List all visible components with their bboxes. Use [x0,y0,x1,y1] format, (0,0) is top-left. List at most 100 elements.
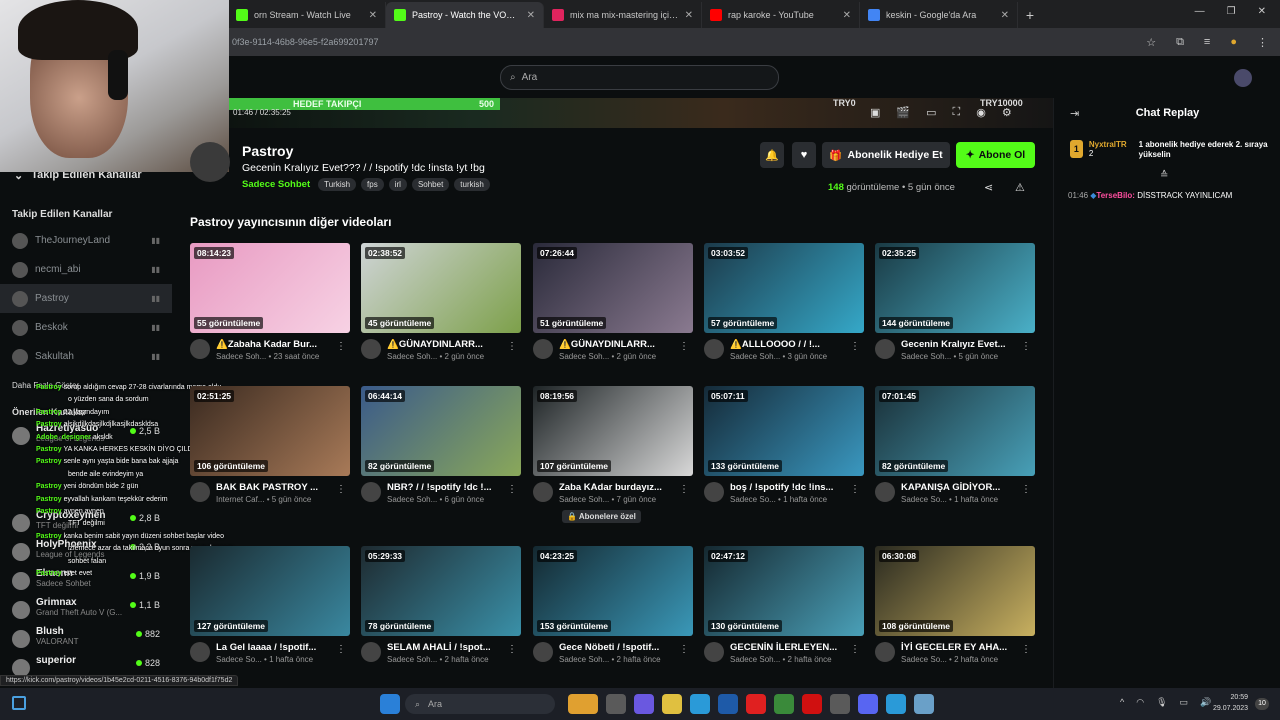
more-options-icon[interactable]: ⋮ [1021,484,1031,495]
tab-close-icon[interactable]: ✕ [369,10,377,21]
menu-dots-icon[interactable]: ⋮ [1257,36,1268,49]
store-icon[interactable] [718,694,738,714]
clock[interactable]: 20:59 29.07.2023 [1213,692,1248,714]
tiger-widget-icon[interactable] [568,694,598,714]
tag-chip[interactable]: irl [388,178,407,191]
notify-button[interactable]: 🔔 [760,142,784,168]
video-title[interactable]: KAPANIŞA GİDİYOR... [901,482,1019,493]
notification-count[interactable]: 10 [1255,698,1269,710]
video-card[interactable]: 05:07:11 133 görüntüleme boş / !spotify … [704,386,864,504]
video-thumbnail[interactable]: 05:07:11 133 görüntüleme [704,386,864,476]
video-title[interactable]: ⚠️GÜNAYDINLARR... [559,339,677,350]
channel-avatar[interactable] [190,482,210,502]
video-title[interactable]: SELAM AHALİ / !spot... [387,642,505,653]
channel-avatar[interactable] [190,642,210,662]
video-card[interactable]: 07:01:45 82 görüntüleme KAPANIŞA GİDİYOR… [875,386,1035,504]
more-options-icon[interactable]: ⋮ [507,484,517,495]
video-title[interactable]: Gece Nöbeti / !spotif... [559,642,677,653]
tag-chip[interactable]: fps [361,178,384,191]
more-options-icon[interactable]: ⋮ [1021,341,1031,352]
video-thumbnail[interactable]: 05:29:33 78 görüntüleme [361,546,521,636]
report-icon[interactable]: ⚠ [1015,181,1025,194]
discord-icon[interactable] [858,694,878,714]
sidebar-followed-channel[interactable]: Beskok ▮▮ [0,313,172,342]
tab-close-icon[interactable]: ✕ [1001,10,1009,21]
video-thumbnail[interactable]: 02:35:25 144 görüntüleme [875,243,1035,333]
new-tab-button[interactable]: + [1018,2,1042,28]
tag-chip[interactable]: Sohbet [411,178,450,191]
video-card[interactable]: 03:03:52 57 görüntüleme ⚠️ALLLOOOO / / !… [704,243,864,361]
video-card[interactable]: 05:29:33 78 görüntüleme SELAM AHALİ / !s… [361,546,521,664]
tab-close-icon[interactable]: ✕ [527,10,535,21]
channel-avatar[interactable] [875,482,895,502]
speed-icon[interactable]: ◉ [976,106,986,119]
channel-avatar[interactable] [704,339,724,359]
edge-icon[interactable] [690,694,710,714]
subscribe-button[interactable]: ✦ Abone Ol [956,142,1035,168]
video-card[interactable]: 08:19:56 107 görüntüleme Zaba KAdar burd… [533,386,693,504]
more-options-icon[interactable]: ⋮ [336,484,346,495]
more-options-icon[interactable]: ⋮ [336,341,346,352]
video-card[interactable]: 04:23:25 153 görüntüleme Gece Nöbeti / !… [533,546,693,664]
tab-close-icon[interactable]: ✕ [843,10,851,21]
sidebar-followed-channel[interactable]: necmi_abi ▮▮ [0,255,172,284]
channel-avatar[interactable] [533,339,553,359]
user-avatar[interactable] [1234,69,1252,87]
browser-tab[interactable]: rap karoke - YouTube ✕ [702,2,860,28]
snipping-tool-icon[interactable] [914,694,934,714]
video-card[interactable]: 02:47:12 130 görüntüleme GECENİN İLERLEY… [704,546,864,664]
search-input[interactable]: ⌕ Ara [500,65,779,90]
video-thumbnail[interactable]: 07:26:44 51 görüntüleme [533,243,693,333]
browser-tab[interactable]: Pastroy - Watch the VOD on Ki ✕ [386,2,544,28]
video-card[interactable]: 02:51:25 106 görüntüleme BAK BAK PASTROY… [190,386,350,504]
more-options-icon[interactable]: ⋮ [850,484,860,495]
more-options-icon[interactable]: ⋮ [679,644,689,655]
folder-icon[interactable] [662,694,682,714]
channel-name[interactable]: Pastroy [242,143,293,159]
show-desktop-icon[interactable] [12,696,26,710]
video-thumbnail[interactable]: 02:51:25 106 görüntüleme [190,386,350,476]
sidebar-recommended-channel[interactable]: Blush VALORANT 882 [0,626,172,655]
video-title[interactable]: ⚠️GÜNAYDINLARR... [387,339,505,350]
browser-tab[interactable]: mix ma mix-mastering içinde ✕ [544,2,702,28]
share-icon[interactable]: ⋖ [984,181,993,194]
sidebar-followed-channel[interactable]: Pastroy ▮▮ [0,284,172,313]
video-thumbnail[interactable]: 06:30:08 108 görüntüleme [875,546,1035,636]
channel-avatar[interactable] [704,642,724,662]
channel-avatar[interactable] [704,482,724,502]
channel-avatar[interactable] [361,642,381,662]
more-options-icon[interactable]: ⋮ [850,644,860,655]
settings-gear-icon[interactable]: ⚙ [1002,106,1012,119]
miniplayer-icon[interactable]: ▣ [870,106,880,119]
mic-icon[interactable]: 🎙 [1156,697,1167,708]
more-options-icon[interactable]: ⋮ [1021,644,1031,655]
volume-icon[interactable]: 🔊 [1200,697,1211,708]
extensions-icon[interactable]: ⧉ [1176,36,1184,49]
video-title[interactable]: Zaba KAdar burdayız... [559,482,677,493]
pinned-user[interactable]: NyxtralTR [1089,140,1127,149]
tag-chip[interactable]: turkish [454,178,490,191]
video-title[interactable]: Gecenin Kralıyız Evet... [901,339,1019,350]
gift-sub-button[interactable]: 🎁 Abonelik Hediye Et [822,142,950,168]
video-card[interactable]: 06:30:08 108 görüntüleme İYİ GECELER EY … [875,546,1035,664]
video-thumbnail[interactable]: 07:01:45 82 görüntüleme [875,386,1035,476]
chat-username[interactable]: TerseBilo: [1096,191,1135,200]
video-thumbnail[interactable]: 08:14:23 55 görüntüleme [190,243,350,333]
yandex-icon[interactable] [746,694,766,714]
video-card[interactable]: 127 görüntüleme La Gel laaaa / !spotif..… [190,546,350,664]
notepad-icon[interactable] [886,694,906,714]
fullscreen-icon[interactable]: ⛶ [953,106,961,119]
profile-icon[interactable]: ● [1230,36,1237,49]
more-options-icon[interactable]: ⋮ [507,341,517,352]
video-card[interactable]: 08:14:23 55 görüntüleme ⚠️Zabaha Kadar B… [190,243,350,361]
sidebar-recommended-channel[interactable]: Grimnax Grand Theft Auto V (G... 1,1 B [0,597,172,626]
favorite-button[interactable]: ♥ [792,142,816,168]
video-card[interactable]: 07:26:44 51 görüntüleme ⚠️GÜNAYDINLARR..… [533,243,693,361]
sidebar-followed-channel[interactable]: Sakultah ▮▮ [0,342,172,371]
url-text[interactable]: 0f3e-9114-46b8-96e5-f2a699201797 [232,37,1146,47]
video-title[interactable]: GECENİN İLERLEYEN... [730,642,848,653]
video-card[interactable]: 06:44:14 82 görüntüleme NBR? / / !spotif… [361,386,521,504]
more-options-icon[interactable]: ⋮ [507,644,517,655]
channel-avatar[interactable] [361,482,381,502]
video-thumbnail[interactable]: 06:44:14 82 görüntüleme [361,386,521,476]
